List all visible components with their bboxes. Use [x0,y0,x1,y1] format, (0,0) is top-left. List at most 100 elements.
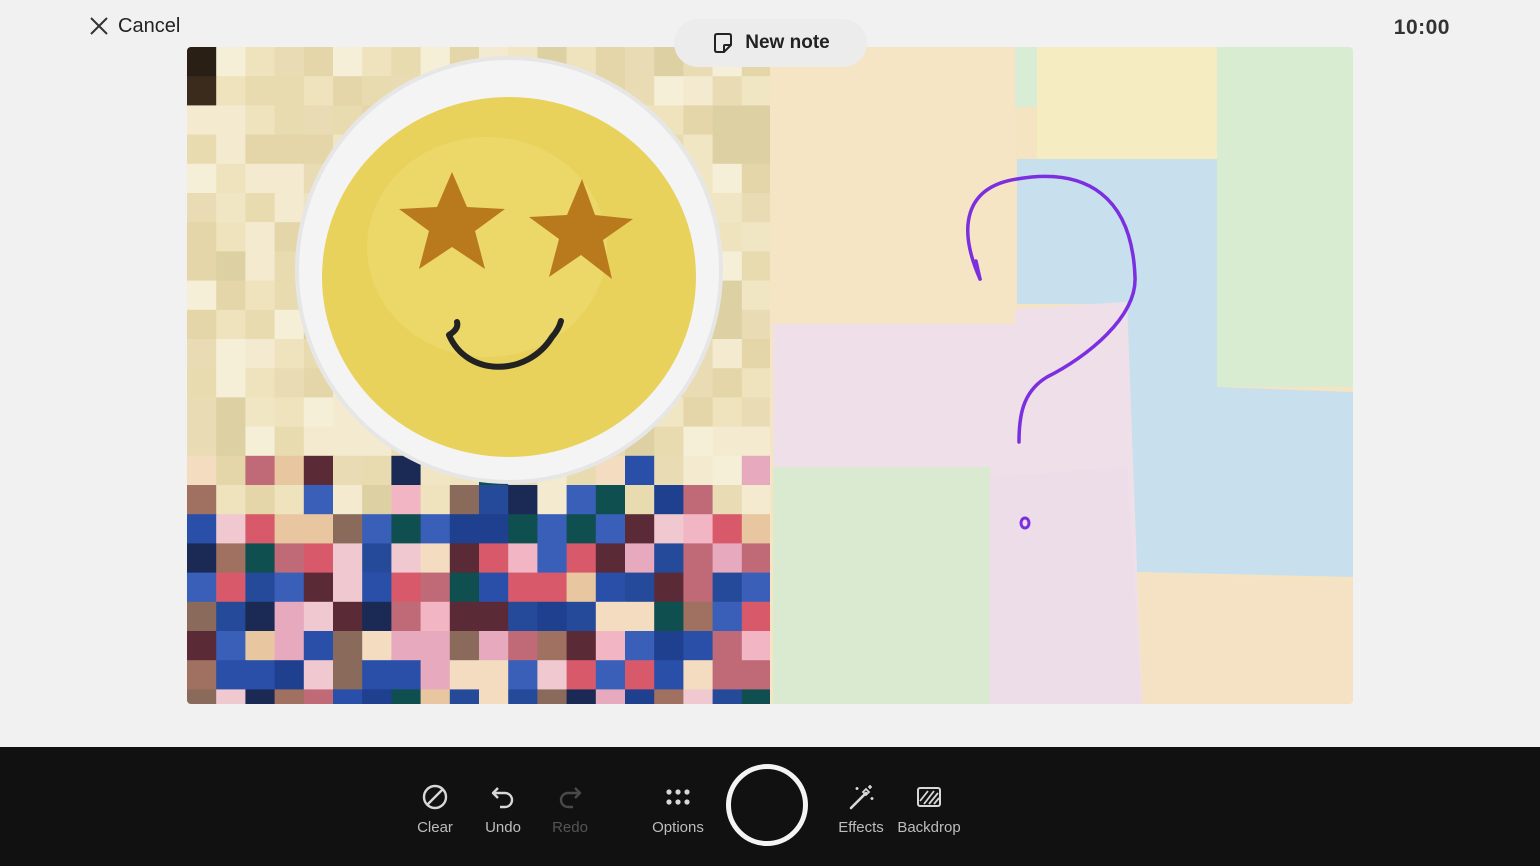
mosaic-cell [741,76,772,106]
new-note-button[interactable]: New note [674,19,867,67]
mosaic-cell [712,689,743,704]
mosaic-cell [216,105,246,136]
mosaic-cell [683,426,714,457]
mosaic-cell [741,280,772,311]
mosaic-cell [187,601,217,632]
mosaic-cell [303,572,334,603]
mosaic-cell [683,631,714,661]
mosaic-cell [216,631,246,661]
mosaic-cell [741,514,772,544]
mosaic-cell [712,455,743,486]
mosaic-cell [333,601,363,632]
mosaic-cell [333,543,363,574]
options-button[interactable]: Options [640,783,716,847]
mosaic-cell [216,251,246,282]
mosaic-cell [187,193,217,223]
mosaic-cell [537,572,568,603]
mosaic-cell [712,601,743,632]
effects-button[interactable]: Effects [823,783,899,847]
cancel-button[interactable]: Cancel [88,12,180,40]
mosaic-cell [216,660,246,690]
mosaic-cell [391,631,422,661]
bottom-toolbar: Clear Undo Redo Options Effects Backdrop [0,747,1540,866]
mosaic-cell [712,660,743,690]
mosaic-cell [245,689,276,704]
undo-button[interactable]: Undo [465,783,541,847]
mosaic-cell [245,601,276,632]
mosaic-cell [449,572,480,603]
video-canvas[interactable] [187,47,1353,704]
mosaic-cell [187,631,217,661]
mosaic-cell [245,368,276,398]
mosaic-cell [566,514,597,544]
mosaic-cell [274,368,305,398]
mosaic-cell [712,572,743,603]
mosaic-cell [741,455,772,486]
mosaic-cell [420,689,451,704]
mosaic-cell [187,47,217,77]
mosaic-cell [391,47,422,77]
star-eyes-smiley-sticker[interactable] [295,56,723,484]
backdrop-icon [917,787,941,807]
redo-button[interactable]: Redo [532,783,608,847]
mosaic-cell [362,660,392,690]
mosaic-cell [537,485,568,515]
mosaic-cell [274,134,305,165]
mosaic-cell [216,485,246,515]
mosaic-cell [712,76,743,106]
mosaic-cell [333,660,363,690]
backdrop-button[interactable]: Backdrop [891,783,967,847]
mosaic-cell [683,76,714,106]
mosaic-cell [595,631,626,661]
mosaic-cell [274,514,305,544]
mosaic-cell [333,47,363,77]
mosaic-cell [595,543,626,574]
mosaic-cell [654,660,684,690]
mosaic-cell [216,222,246,252]
mosaic-cell [391,485,422,515]
mosaic-cell [654,572,684,603]
mosaic-cell [683,660,714,690]
mosaic-cell [274,660,305,690]
mosaic-cell [187,222,217,252]
mosaic-cell [303,514,334,544]
mosaic-cell [420,485,451,515]
mosaic-cell [741,368,772,398]
mosaic-cell [595,47,626,77]
mosaic-cell [274,455,305,486]
mosaic-cell [420,514,451,544]
mosaic-cell [508,689,538,704]
mosaic-cell [274,426,305,457]
mosaic-cell [274,339,305,369]
mosaic-cell [449,631,480,661]
mosaic-cell [479,514,509,544]
record-button[interactable] [726,764,808,846]
mosaic-cell [245,105,276,136]
backdrop-label: Backdrop [897,819,961,836]
mosaic-cell [333,514,363,544]
mosaic-cell [245,455,276,486]
mosaic-cell [362,455,392,486]
clear-button[interactable]: Clear [397,783,473,847]
mosaic-cell [712,163,743,194]
mosaic-cell [187,309,217,340]
mosaic-cell [245,280,276,311]
mosaic-cell [566,572,597,603]
mosaic-cell [741,163,772,194]
mosaic-cell [303,660,334,690]
mosaic-cell [566,689,597,704]
mosaic-cell [333,572,363,603]
mosaic-cell [245,193,276,223]
mosaic-cell [712,134,743,165]
mosaic-cell [216,339,246,369]
mosaic-cell [187,426,217,457]
mosaic-cell [566,543,597,574]
mosaic-cell [420,660,451,690]
mosaic-cell [508,572,538,603]
mosaic-cell [566,601,597,632]
mosaic-cell [741,689,772,704]
mosaic-cell [741,397,772,428]
mosaic-cell [479,572,509,603]
mosaic-cell [216,309,246,340]
mosaic-cell [245,572,276,603]
